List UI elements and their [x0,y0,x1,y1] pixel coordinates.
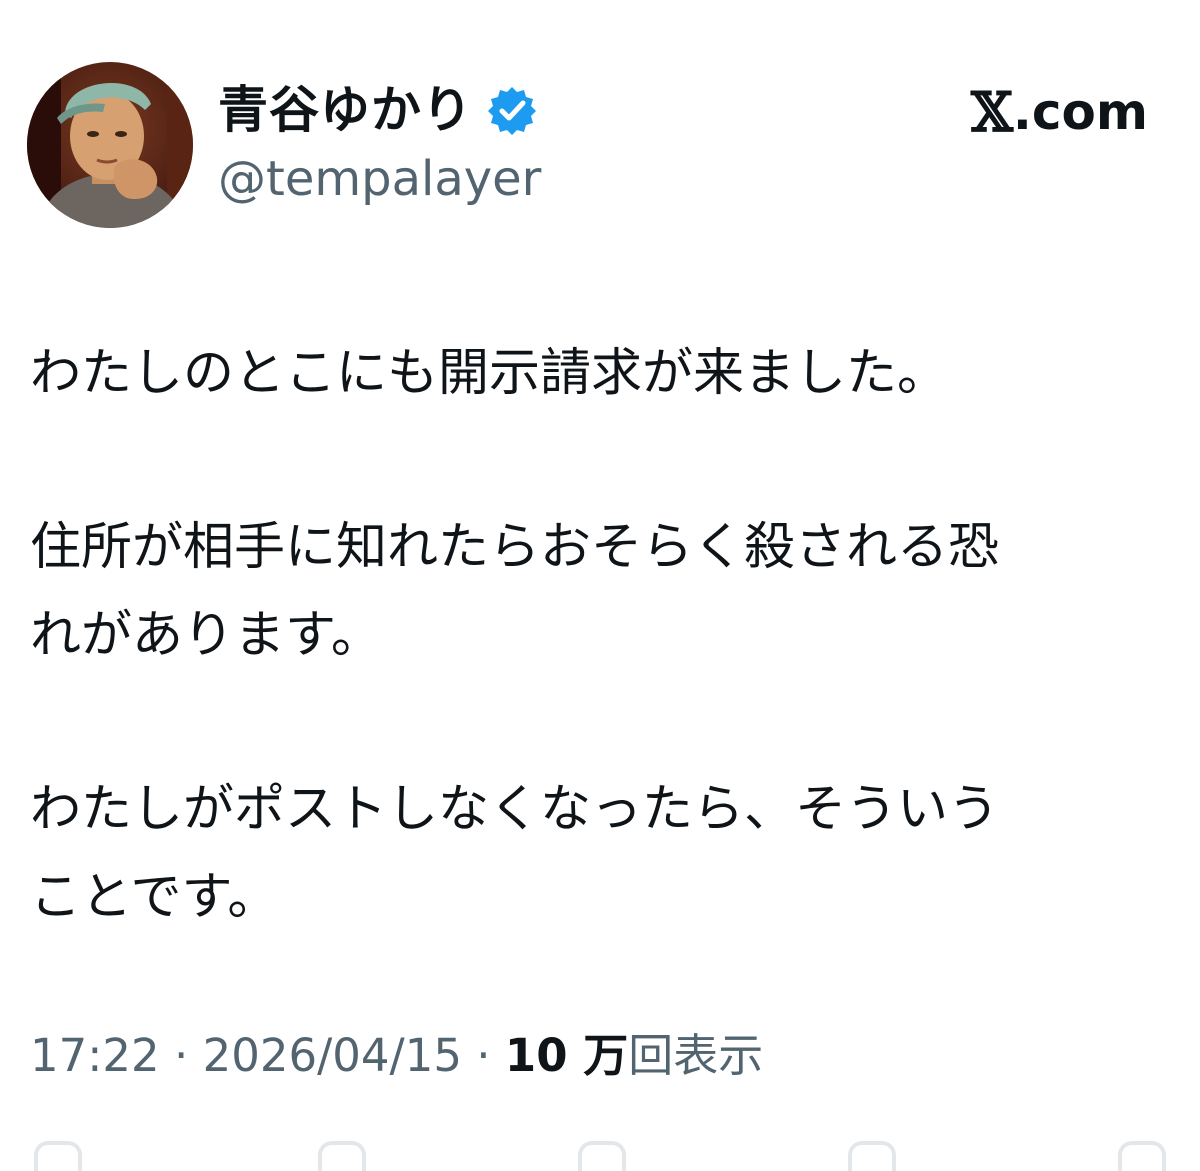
view-label: 回表示 [628,1029,764,1082]
profile-photo-icon [27,62,193,228]
source-badge[interactable]: 𝕏 .com [971,82,1148,142]
avatar[interactable] [27,62,193,228]
post-paragraph: 住所が相手に知れたらおそらく殺される恐 れがあります。 [30,504,1180,680]
post-paragraph: わたしのとこにも開示請求が来ました。 [30,330,1180,418]
meta-separator: · [461,1029,505,1082]
post-paragraph: わたしがポストしなくなったら、そういう ことです。 [30,766,1180,942]
view-count: 10 万 [504,1029,629,1082]
post-body: わたしのとこにも開示請求が来ました。 住所が相手に知れたらおそらく殺される恐 れ… [30,330,1180,942]
like-icon[interactable] [578,1141,626,1171]
author-display-name[interactable]: 青谷ゆかり [218,78,473,142]
repost-icon[interactable] [318,1141,366,1171]
post-date[interactable]: 2026/04/15 [203,1029,462,1082]
author-handle[interactable]: @tempalayer [218,148,541,210]
meta-separator: · [159,1029,203,1082]
post-line: ことです。 [30,868,279,927]
author-name-row[interactable]: 青谷ゆかり [218,78,537,142]
x-logo-icon: 𝕏 [971,80,1013,144]
source-domain: .com [1012,83,1148,141]
action-bar [0,1133,1200,1171]
post-line: わたしのとこにも開示請求が来ました。 [30,344,949,403]
post-time[interactable]: 17:22 [30,1029,160,1082]
post-line: 住所が相手に知れたらおそらく殺される恐 [30,518,1000,577]
bookmark-icon[interactable] [848,1141,896,1171]
reply-icon[interactable] [34,1141,82,1171]
share-icon[interactable] [1118,1141,1166,1171]
post-meta: 17:22 · 2026/04/15 · 10 万回表示 [30,1026,763,1086]
post-line: わたしがポストしなくなったら、そういう [30,780,1000,839]
post-line: れがあります。 [30,606,382,665]
verified-badge-icon [487,85,537,135]
